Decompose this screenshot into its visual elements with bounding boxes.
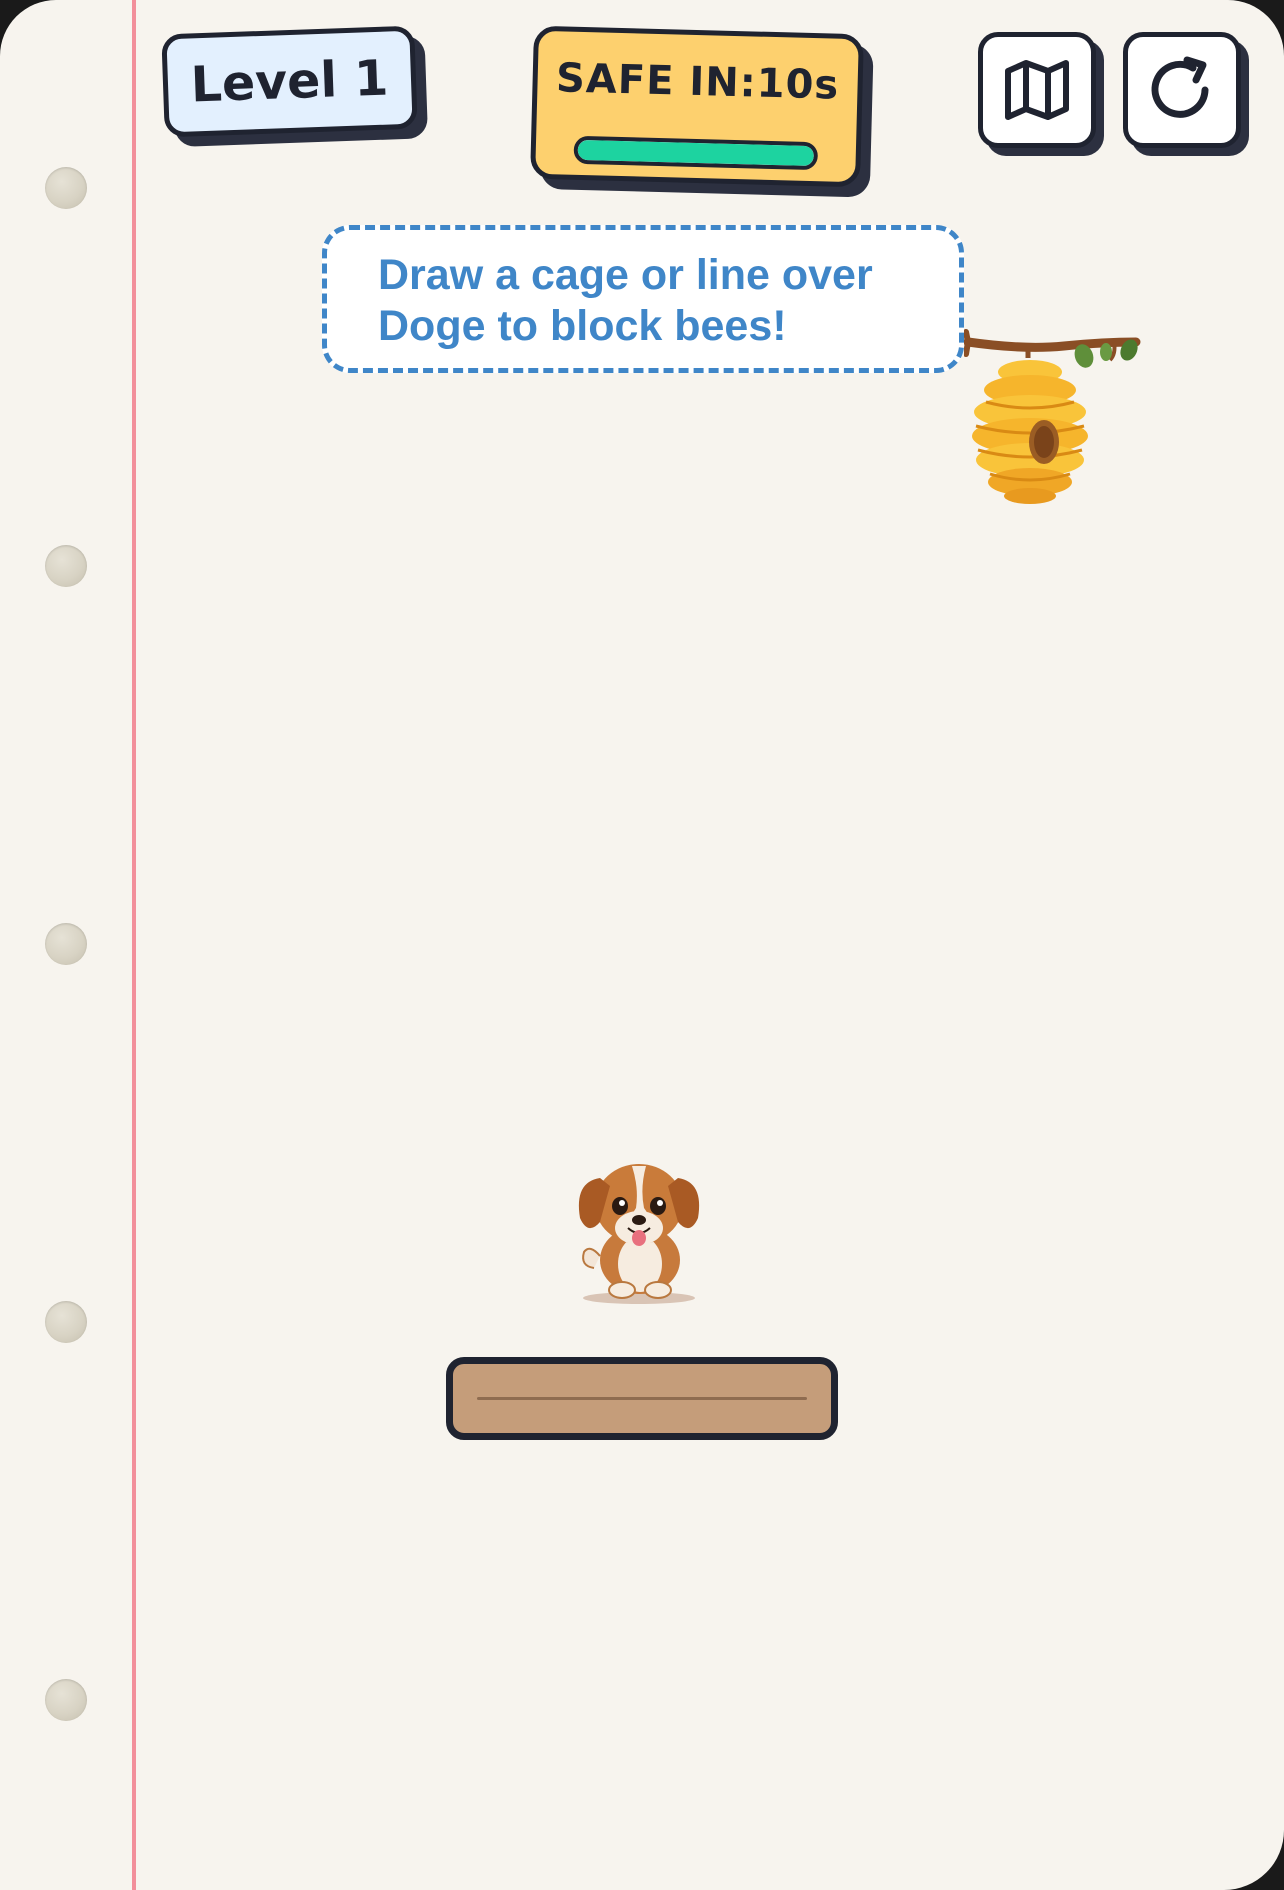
map-button[interactable]: [978, 32, 1096, 148]
timer-label-prefix: SAFE IN:: [555, 55, 758, 107]
binder-hole: [45, 1301, 87, 1343]
timer-seconds: 10s: [756, 60, 840, 109]
timer-progress-fill: [577, 139, 815, 167]
restart-icon: [1151, 56, 1209, 118]
hint-line-1: Draw a cage or line over: [378, 251, 873, 299]
binder-hole: [45, 545, 87, 587]
notebook-margin-line: [132, 0, 136, 1890]
game-stage[interactable]: Level 1 SAFE IN:10s Draw a cage or line …: [0, 0, 1284, 1890]
platform-grain: [477, 1397, 807, 1400]
wooden-platform: [446, 1357, 838, 1440]
beehive: [964, 329, 1141, 504]
map-icon: [1005, 60, 1069, 120]
doge-puppy: [578, 1164, 700, 1304]
restart-button[interactable]: [1123, 32, 1241, 148]
timer-label: SAFE IN:10s: [537, 55, 858, 109]
binder-hole: [45, 167, 87, 209]
level-label: Level 1: [189, 49, 390, 114]
hint-box: Draw a cage or line over Doge to block b…: [322, 225, 964, 373]
binder-hole: [45, 1679, 87, 1721]
level-badge: Level 1: [161, 25, 418, 138]
binder-hole: [45, 923, 87, 965]
hint-line-2: Doge to block bees!: [378, 302, 787, 350]
safe-timer-badge: SAFE IN:10s: [530, 25, 864, 188]
timer-progress-bar: [573, 135, 819, 171]
